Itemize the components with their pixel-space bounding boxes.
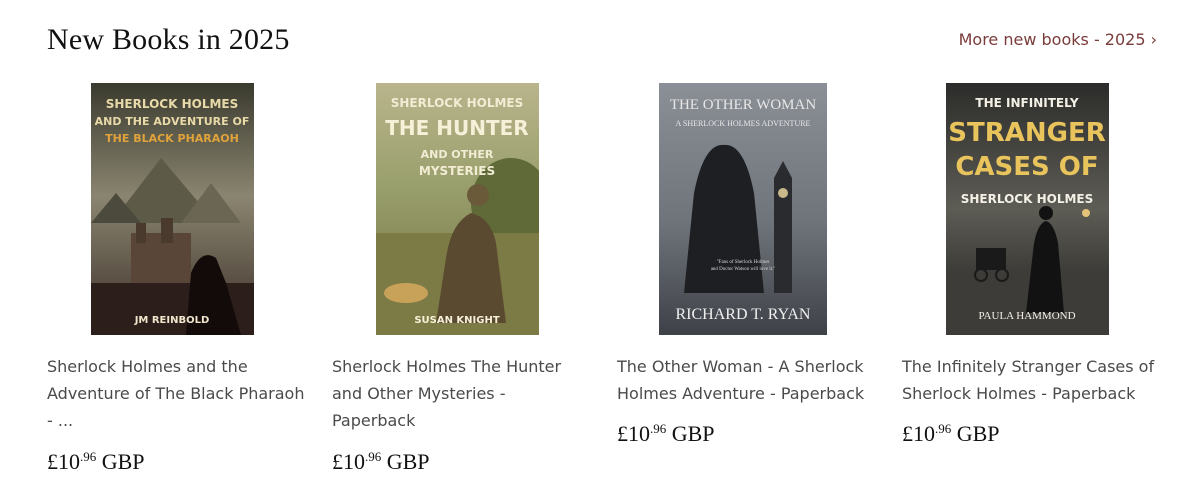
cover-author: JM REINBOLD: [134, 315, 210, 326]
price-currency-code: GBP: [386, 449, 430, 474]
book-price: £10.96 GBP: [47, 449, 145, 475]
price-amount: £10: [47, 449, 80, 474]
book-price: £10.96 GBP: [617, 421, 715, 447]
section-title: New Books in 2025: [47, 23, 290, 56]
cover-title-line: SHERLOCK HOLMES: [961, 192, 1094, 206]
book-cover-link[interactable]: SHERLOCK HOLMES AND THE ADVENTURE OF THE…: [47, 83, 307, 335]
book-price: £10.96 GBP: [332, 449, 430, 475]
price-pence: .96: [80, 449, 97, 464]
book-title-link[interactable]: Sherlock Holmes and the Adventure of The…: [47, 353, 307, 434]
cover-title-line: AND THE ADVENTURE OF: [95, 115, 250, 128]
book-cover-image: THE OTHER WOMAN A SHERLOCK HOLMES ADVENT…: [659, 83, 827, 335]
price-pence: .96: [365, 449, 382, 464]
book-card: THE OTHER WOMAN A SHERLOCK HOLMES ADVENT…: [617, 83, 877, 493]
book-cover-image: SHERLOCK HOLMES THE HUNTER AND OTHER MYS…: [376, 83, 539, 335]
book-card: THE INFINITELY STRANGER CASES OF SHERLOC…: [902, 83, 1162, 493]
book-card: SHERLOCK HOLMES THE HUNTER AND OTHER MYS…: [332, 83, 592, 493]
more-new-books-link[interactable]: More new books - 2025 ›: [959, 28, 1157, 52]
book-cover-image: SHERLOCK HOLMES AND THE ADVENTURE OF THE…: [91, 83, 254, 335]
price-amount: £10: [902, 421, 935, 446]
book-cover-image: THE INFINITELY STRANGER CASES OF SHERLOC…: [946, 83, 1109, 335]
cover-quote-line: "Fans of Sherlock Holmes: [717, 260, 770, 265]
cover-title-line: A SHERLOCK HOLMES ADVENTURE: [676, 119, 811, 128]
price-pence: .96: [935, 421, 952, 436]
book-cover-link[interactable]: THE OTHER WOMAN A SHERLOCK HOLMES ADVENT…: [617, 83, 877, 335]
price-amount: £10: [332, 449, 365, 474]
book-grid: SHERLOCK HOLMES AND THE ADVENTURE OF THE…: [47, 83, 1157, 493]
price-currency-code: GBP: [101, 449, 145, 474]
cover-title-line: SHERLOCK HOLMES: [106, 97, 239, 111]
cover-title-line: SHERLOCK HOLMES: [391, 96, 524, 110]
book-title-link[interactable]: The Other Woman - A Sherlock Holmes Adve…: [617, 353, 877, 407]
cover-author: PAULA HAMMOND: [978, 310, 1075, 322]
book-cover-link[interactable]: THE INFINITELY STRANGER CASES OF SHERLOC…: [902, 83, 1162, 335]
cover-quote-line: and Doctor Watson will love it.": [711, 267, 776, 272]
cover-title-line: THE BLACK PHARAOH: [105, 132, 239, 145]
price-amount: £10: [617, 421, 650, 446]
price-currency-code: GBP: [956, 421, 1000, 446]
cover-title-line: THE INFINITELY: [975, 96, 1078, 110]
cover-title-line: THE HUNTER: [385, 116, 528, 140]
book-price: £10.96 GBP: [902, 421, 1000, 447]
cover-title-line: STRANGER: [948, 118, 1106, 148]
book-cover-link[interactable]: SHERLOCK HOLMES THE HUNTER AND OTHER MYS…: [332, 83, 592, 335]
book-card: SHERLOCK HOLMES AND THE ADVENTURE OF THE…: [47, 83, 307, 493]
cover-title-line: CASES OF: [955, 152, 1098, 182]
book-title-link[interactable]: Sherlock Holmes The Hunter and Other Mys…: [332, 353, 592, 434]
section-header: New Books in 2025 More new books - 2025 …: [47, 20, 1157, 60]
cover-title-line: AND OTHER: [421, 148, 494, 161]
price-currency-code: GBP: [671, 421, 715, 446]
cover-title-line: MYSTERIES: [419, 164, 495, 178]
price-pence: .96: [650, 421, 667, 436]
book-title-link[interactable]: The Infinitely Stranger Cases of Sherloc…: [902, 353, 1162, 407]
cover-title-line: THE OTHER WOMAN: [670, 97, 817, 113]
cover-author: SUSAN KNIGHT: [414, 315, 500, 326]
cover-author: RICHARD T. RYAN: [676, 306, 811, 323]
